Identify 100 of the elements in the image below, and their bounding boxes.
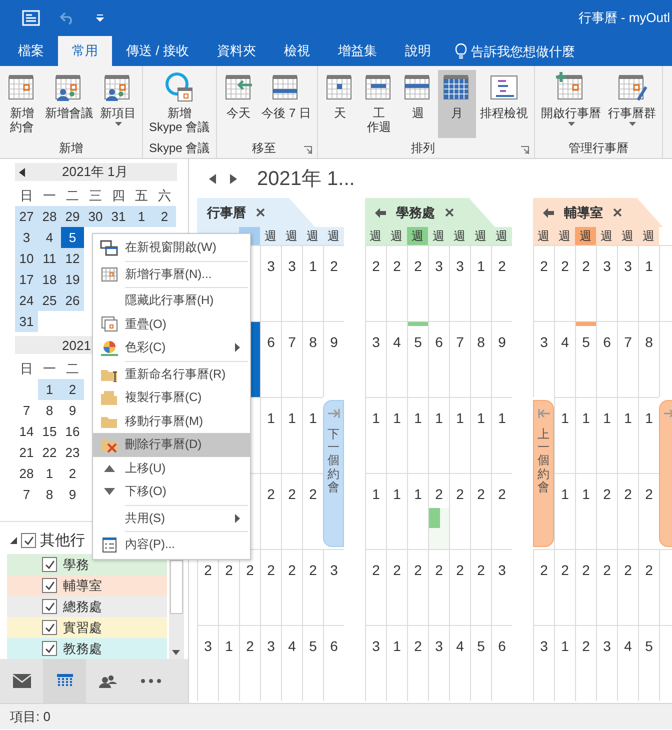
day-cell[interactable]: 2 bbox=[407, 549, 428, 625]
day-cell[interactable]: 3 bbox=[533, 625, 554, 701]
checkbox[interactable] bbox=[42, 641, 57, 656]
appointment-button[interactable]: 新增 約會 bbox=[3, 70, 41, 138]
week-button[interactable]: 週 bbox=[399, 70, 438, 138]
close-icon[interactable] bbox=[613, 208, 622, 217]
day-cell[interactable]: 2 bbox=[386, 549, 407, 625]
day-cell[interactable]: 6 bbox=[323, 625, 344, 701]
day-cell[interactable]: 2 bbox=[491, 473, 512, 549]
calendar-tab[interactable]: 學務處 bbox=[365, 198, 495, 227]
day-cell[interactable]: 1 bbox=[218, 625, 239, 701]
day-cell[interactable]: 4 bbox=[281, 625, 302, 701]
app-icon[interactable] bbox=[22, 9, 40, 27]
day-cell[interactable]: 2 bbox=[533, 245, 554, 321]
day-cell[interactable]: 6 bbox=[596, 321, 617, 397]
day-cell[interactable]: 2 bbox=[428, 549, 449, 625]
calendar-list-item[interactable]: 實習處 bbox=[7, 617, 167, 638]
day-cell[interactable]: 2 bbox=[617, 473, 638, 549]
calendar-day[interactable]: 9 bbox=[61, 484, 84, 505]
arrow-icon[interactable] bbox=[375, 208, 386, 218]
day-cell[interactable]: 2 bbox=[617, 549, 638, 625]
menu-item[interactable]: 在新視窗開啟(W) bbox=[93, 236, 250, 260]
calendar-day[interactable]: 5 bbox=[61, 227, 84, 248]
checkbox[interactable] bbox=[42, 557, 57, 572]
day-cell[interactable]: 3 bbox=[260, 245, 281, 321]
day-cell[interactable]: 1 bbox=[575, 397, 596, 473]
day-cell[interactable]: 7 bbox=[617, 321, 638, 397]
day-cell[interactable]: 3 bbox=[617, 245, 638, 321]
month-button[interactable]: 月 bbox=[438, 70, 476, 138]
dropdown-icon[interactable] bbox=[96, 14, 104, 22]
day-cell[interactable]: 2 bbox=[386, 245, 407, 321]
day-cell[interactable]: 1 bbox=[428, 397, 449, 473]
day-cell[interactable]: 1 bbox=[365, 397, 386, 473]
calendar-day[interactable]: 22 bbox=[38, 442, 61, 463]
calendar-day[interactable]: 4 bbox=[38, 227, 61, 248]
calendar-day[interactable]: 14 bbox=[15, 421, 38, 442]
calendar-day[interactable]: 7 bbox=[15, 400, 38, 421]
day-cell[interactable]: 2 bbox=[239, 625, 260, 701]
menu-item[interactable]: 共用(S) bbox=[93, 506, 250, 530]
close-icon[interactable] bbox=[256, 208, 265, 217]
schedule-button[interactable]: 排程檢視 bbox=[477, 70, 532, 138]
ribbon-tab[interactable]: 檢視 bbox=[270, 36, 324, 66]
day-cell[interactable]: 2 bbox=[596, 549, 617, 625]
day-cell[interactable]: 5 bbox=[638, 625, 659, 701]
menu-item[interactable]: 刪除行事曆(D) bbox=[93, 433, 250, 456]
day-cell[interactable]: 4 bbox=[554, 321, 575, 397]
calendar-day[interactable]: 9 bbox=[61, 400, 84, 421]
day-cell[interactable]: 1 bbox=[407, 397, 428, 473]
day-cell[interactable]: 2 bbox=[470, 549, 491, 625]
calendar-day[interactable]: 3 bbox=[15, 227, 38, 248]
calendar-day[interactable]: 2 bbox=[61, 463, 84, 484]
calendar-day[interactable]: 28 bbox=[15, 463, 38, 484]
calendar-day[interactable]: 18 bbox=[38, 269, 61, 290]
calendar-day[interactable]: 10 bbox=[15, 248, 38, 269]
day-cell[interactable]: 1 bbox=[386, 625, 407, 701]
day-cell[interactable]: 6 bbox=[260, 321, 281, 397]
dialog-launcher-icon[interactable] bbox=[304, 146, 312, 154]
day-cell[interactable]: 2 bbox=[365, 549, 386, 625]
day-cell[interactable]: 2 bbox=[281, 549, 302, 625]
day-cell[interactable]: 2 bbox=[302, 549, 323, 625]
day-cell[interactable]: 2 bbox=[596, 473, 617, 549]
calendar-day[interactable]: 21 bbox=[15, 442, 38, 463]
calendar-day[interactable]: 19 bbox=[61, 269, 84, 290]
ribbon-tab[interactable]: 檔案 bbox=[4, 36, 58, 66]
calendar-day[interactable]: 2 bbox=[61, 379, 84, 400]
ribbon-tab[interactable]: 增益集 bbox=[324, 36, 391, 66]
day-cell[interactable]: 1 bbox=[470, 397, 491, 473]
calendar-day[interactable]: 1 bbox=[130, 206, 153, 227]
ribbon-tab[interactable]: 傳送 / 接收 bbox=[112, 36, 203, 66]
day-cell[interactable]: 2 bbox=[575, 549, 596, 625]
checkbox[interactable] bbox=[21, 533, 36, 548]
day-cell[interactable]: 2 bbox=[575, 245, 596, 321]
day-cell[interactable]: 3 bbox=[533, 321, 554, 397]
day-cell[interactable]: 3 bbox=[365, 321, 386, 397]
day-cell[interactable]: 6 bbox=[491, 625, 512, 701]
new-items-button[interactable]: 新項目 bbox=[97, 70, 139, 138]
day-cell[interactable]: 1 bbox=[596, 397, 617, 473]
ribbon-tab[interactable]: 資料夾 bbox=[202, 36, 270, 66]
day-cell[interactable]: 4 bbox=[386, 321, 407, 397]
day-cell[interactable]: 4 bbox=[449, 625, 470, 701]
menu-item[interactable]: 移動行事曆(M) bbox=[93, 410, 250, 433]
day-cell[interactable]: 8 bbox=[302, 321, 323, 397]
calendar-day[interactable]: 26 bbox=[61, 290, 84, 311]
checkbox[interactable] bbox=[42, 578, 57, 593]
day-cell[interactable]: 1 bbox=[281, 397, 302, 473]
previous-icon[interactable] bbox=[209, 174, 216, 184]
next-icon[interactable] bbox=[230, 174, 237, 184]
calendar-day[interactable]: 24 bbox=[15, 290, 38, 311]
day-cell[interactable]: 3 bbox=[260, 625, 281, 701]
day-cell[interactable]: 2 bbox=[260, 549, 281, 625]
calendar-day[interactable]: 17 bbox=[15, 269, 38, 290]
day-cell[interactable]: 3 bbox=[491, 549, 512, 625]
tell-me-field[interactable]: 告訴我您想做什麼 bbox=[470, 44, 591, 58]
dialog-launcher-icon[interactable] bbox=[521, 146, 530, 154]
day-cell[interactable]: 1 bbox=[554, 625, 575, 701]
menu-item[interactable]: 新增行事曆(N)... bbox=[93, 262, 250, 286]
day-cell[interactable]: 2 bbox=[449, 549, 470, 625]
day-cell[interactable]: 2 bbox=[428, 473, 449, 549]
day-cell[interactable]: 3 bbox=[365, 625, 386, 701]
workweek-button[interactable]: 工 作週 bbox=[360, 70, 398, 138]
